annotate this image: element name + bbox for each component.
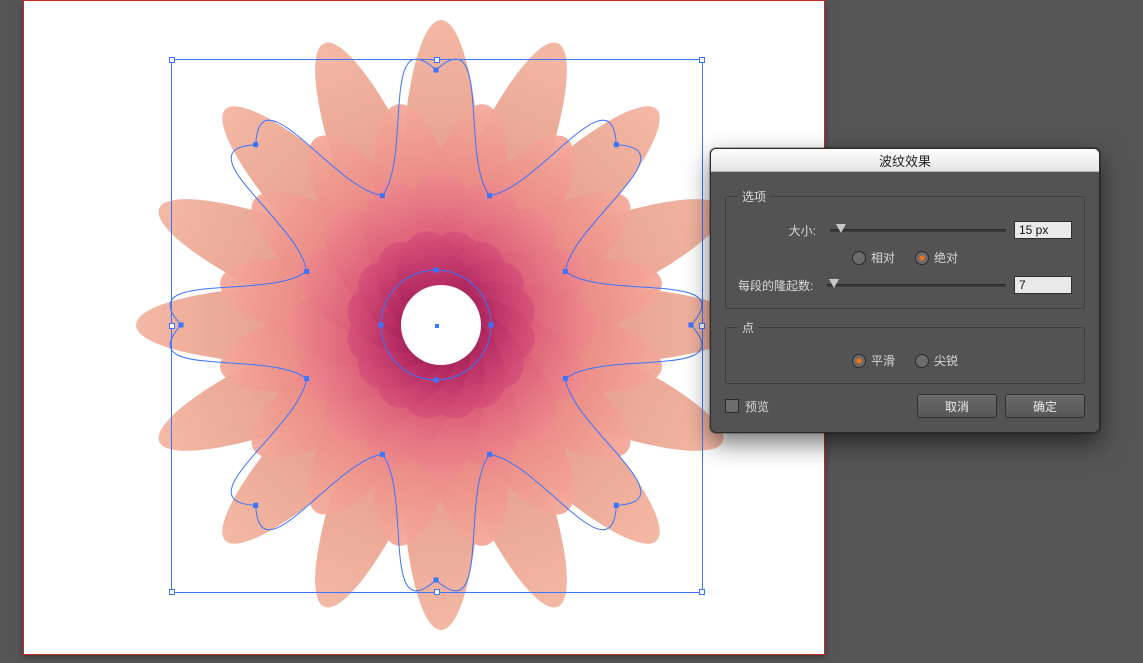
ok-button[interactable]: 确定 bbox=[1005, 394, 1085, 418]
radio-dot-icon bbox=[915, 354, 929, 368]
ridges-label: 每段的隆起数: bbox=[738, 277, 819, 294]
radio-absolute[interactable]: 绝对 bbox=[915, 249, 958, 266]
dialog-body: 选项 大小: 相对 绝对 每段的隆起数: bbox=[711, 172, 1099, 432]
bbox-handle-bottom-mid[interactable] bbox=[434, 589, 440, 595]
cancel-button[interactable]: 取消 bbox=[917, 394, 997, 418]
selection-bounding-box[interactable] bbox=[171, 59, 703, 593]
radio-corner-label: 尖锐 bbox=[934, 352, 958, 369]
options-legend: 选项 bbox=[738, 188, 770, 205]
size-label: 大小: bbox=[738, 222, 822, 239]
artboard-border bbox=[23, 0, 825, 655]
options-group: 选项 大小: 相对 绝对 每段的隆起数: bbox=[725, 188, 1085, 309]
radio-dot-icon bbox=[915, 251, 929, 265]
preview-label: 预览 bbox=[745, 398, 769, 415]
points-legend: 点 bbox=[738, 319, 758, 336]
bbox-handle-mid-left[interactable] bbox=[169, 323, 175, 329]
artboard[interactable] bbox=[23, 0, 825, 655]
bbox-handle-top-left[interactable] bbox=[169, 57, 175, 63]
ridges-row: 每段的隆起数: bbox=[738, 276, 1072, 294]
checkbox-box-icon bbox=[725, 399, 739, 413]
radio-dot-icon bbox=[852, 251, 866, 265]
flower-artwork bbox=[136, 20, 746, 630]
radio-relative[interactable]: 相对 bbox=[852, 249, 895, 266]
dialog-titlebar[interactable]: 波纹效果 bbox=[711, 149, 1099, 172]
radio-absolute-label: 绝对 bbox=[934, 249, 958, 266]
bbox-handle-top-mid[interactable] bbox=[434, 57, 440, 63]
size-mode-row: 相对 绝对 bbox=[738, 249, 1072, 266]
bbox-center-point bbox=[435, 324, 439, 328]
bbox-handle-top-right[interactable] bbox=[699, 57, 705, 63]
selection-path-overlay bbox=[23, 0, 825, 655]
bbox-handle-bottom-right[interactable] bbox=[699, 589, 705, 595]
radio-smooth[interactable]: 平滑 bbox=[852, 352, 895, 369]
points-row: 平滑 尖锐 bbox=[738, 352, 1072, 369]
radio-relative-label: 相对 bbox=[871, 249, 895, 266]
radio-smooth-label: 平滑 bbox=[871, 352, 895, 369]
zigzag-dialog[interactable]: 波纹效果 选项 大小: 相对 绝对 bbox=[710, 148, 1100, 433]
size-slider[interactable] bbox=[830, 229, 1006, 232]
dialog-footer: 预览 取消 确定 bbox=[725, 394, 1085, 418]
bbox-handle-mid-right[interactable] bbox=[699, 323, 705, 329]
ridges-slider-thumb[interactable] bbox=[829, 279, 839, 288]
radio-dot-icon bbox=[852, 354, 866, 368]
preview-checkbox[interactable]: 预览 bbox=[725, 398, 769, 415]
dialog-title: 波纹效果 bbox=[879, 151, 931, 170]
size-row: 大小: bbox=[738, 221, 1072, 239]
radio-corner[interactable]: 尖锐 bbox=[915, 352, 958, 369]
size-input[interactable] bbox=[1014, 221, 1072, 239]
bbox-handle-bottom-left[interactable] bbox=[169, 589, 175, 595]
points-group: 点 平滑 尖锐 bbox=[725, 319, 1085, 384]
size-slider-thumb[interactable] bbox=[836, 224, 846, 233]
ridges-slider[interactable] bbox=[827, 284, 1006, 287]
ridges-input[interactable] bbox=[1014, 276, 1072, 294]
